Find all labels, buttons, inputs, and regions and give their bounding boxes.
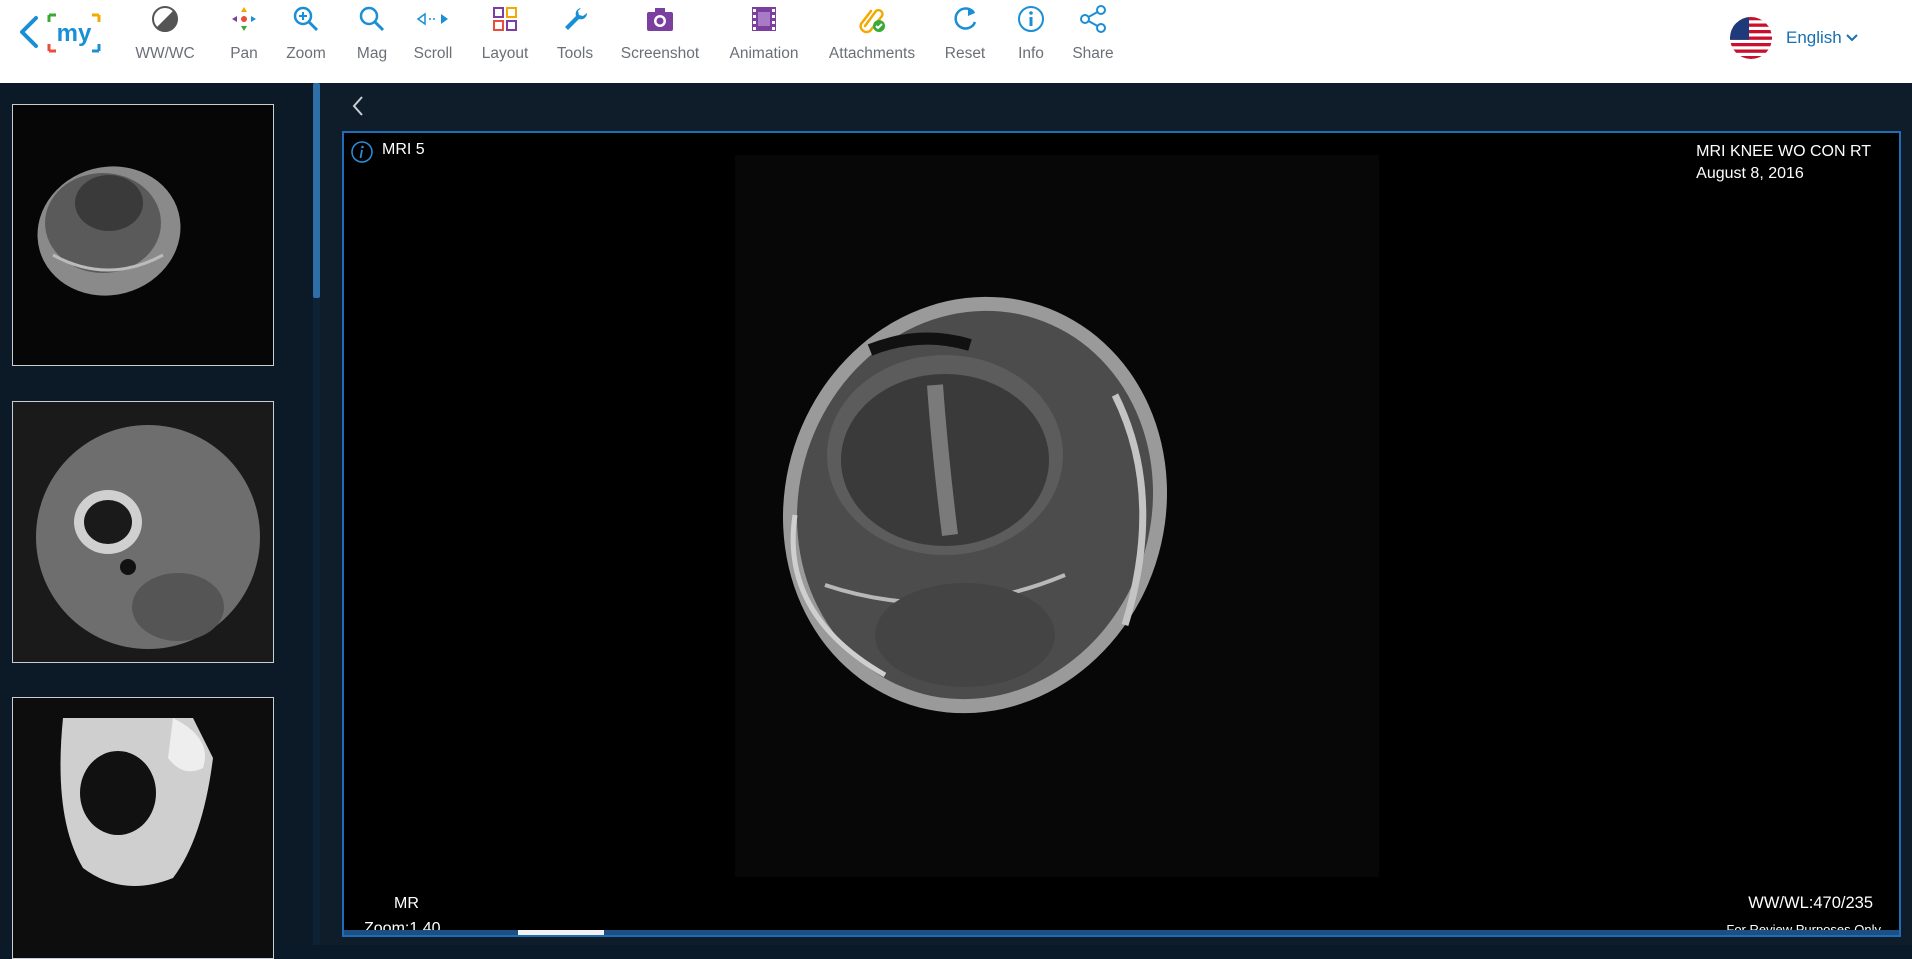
- mag-button[interactable]: Mag: [350, 2, 394, 66]
- magnify-icon: [355, 2, 389, 36]
- axial-knee-thumbnail-image: [13, 105, 273, 365]
- series-info-icon[interactable]: [350, 140, 374, 164]
- series-thumbnail-panel: [0, 83, 310, 959]
- chevron-down-icon: [1846, 34, 1858, 42]
- slice-progress-bar[interactable]: [344, 930, 1899, 935]
- series-label: MRI 5: [382, 141, 425, 158]
- attachment-icon: [855, 2, 889, 36]
- axial-leg-thumbnail-image: [13, 402, 273, 662]
- top-toolbar: my WW/WC Pan Zoom Mag Scroll Layout Tool…: [0, 0, 1912, 83]
- pan-icon: [227, 2, 261, 36]
- scroll-icon: [416, 2, 450, 36]
- reset-button[interactable]: Reset: [943, 2, 987, 66]
- sagittal-thumbnail-image: [13, 698, 273, 958]
- collapse-panel-chevron-icon[interactable]: [344, 90, 372, 122]
- reset-icon: [948, 2, 982, 36]
- thumbnail-scrollbar[interactable]: [313, 83, 320, 945]
- my-logo-icon: my: [47, 13, 101, 53]
- series-thumbnail[interactable]: [12, 104, 274, 366]
- mri-knee-axial-image: [735, 155, 1379, 877]
- study-date: August 8, 2016: [1696, 165, 1804, 182]
- contrast-icon: [148, 2, 182, 36]
- window-level-readout: WW/WL:470/235: [1748, 894, 1873, 912]
- scrollbar-thumb[interactable]: [313, 83, 320, 298]
- study-title: MRI KNEE WO CON RT: [1696, 143, 1871, 160]
- mri-image[interactable]: [735, 155, 1379, 877]
- share-icon: [1076, 2, 1110, 36]
- attachments-button[interactable]: Attachments: [826, 2, 918, 66]
- screenshot-button[interactable]: Screenshot: [618, 2, 702, 66]
- wrench-icon: [558, 2, 592, 36]
- ww-wc-button[interactable]: WW/WC: [135, 2, 195, 66]
- animation-button[interactable]: Animation: [726, 2, 802, 66]
- image-viewport[interactable]: MRI 5 MRI KNEE WO CON RT August 8, 2016 …: [342, 131, 1901, 937]
- pan-button[interactable]: Pan: [222, 2, 266, 66]
- tools-button[interactable]: Tools: [552, 2, 598, 66]
- back-arrow-icon[interactable]: [14, 14, 44, 50]
- film-icon: [747, 2, 781, 36]
- language-label: English: [1786, 28, 1842, 47]
- zoom-button[interactable]: Zoom: [283, 2, 329, 66]
- share-button[interactable]: Share: [1070, 2, 1116, 66]
- language-selector[interactable]: English: [1730, 17, 1858, 59]
- zoom-icon: [289, 2, 323, 36]
- slice-progress-indicator[interactable]: [518, 930, 604, 935]
- us-flag-icon: [1730, 17, 1772, 59]
- svg-text:my: my: [57, 20, 92, 47]
- info-button[interactable]: Info: [1012, 2, 1050, 66]
- layout-button[interactable]: Layout: [479, 2, 531, 66]
- scroll-button[interactable]: Scroll: [410, 2, 456, 66]
- layout-icon: [488, 2, 522, 36]
- series-thumbnail[interactable]: [12, 697, 274, 959]
- info-icon: [1014, 2, 1048, 36]
- camera-icon: [643, 2, 677, 36]
- modality-label: MR: [394, 895, 419, 912]
- series-thumbnail[interactable]: [12, 401, 274, 663]
- study-info: MRI KNEE WO CON RT August 8, 2016: [1696, 141, 1871, 185]
